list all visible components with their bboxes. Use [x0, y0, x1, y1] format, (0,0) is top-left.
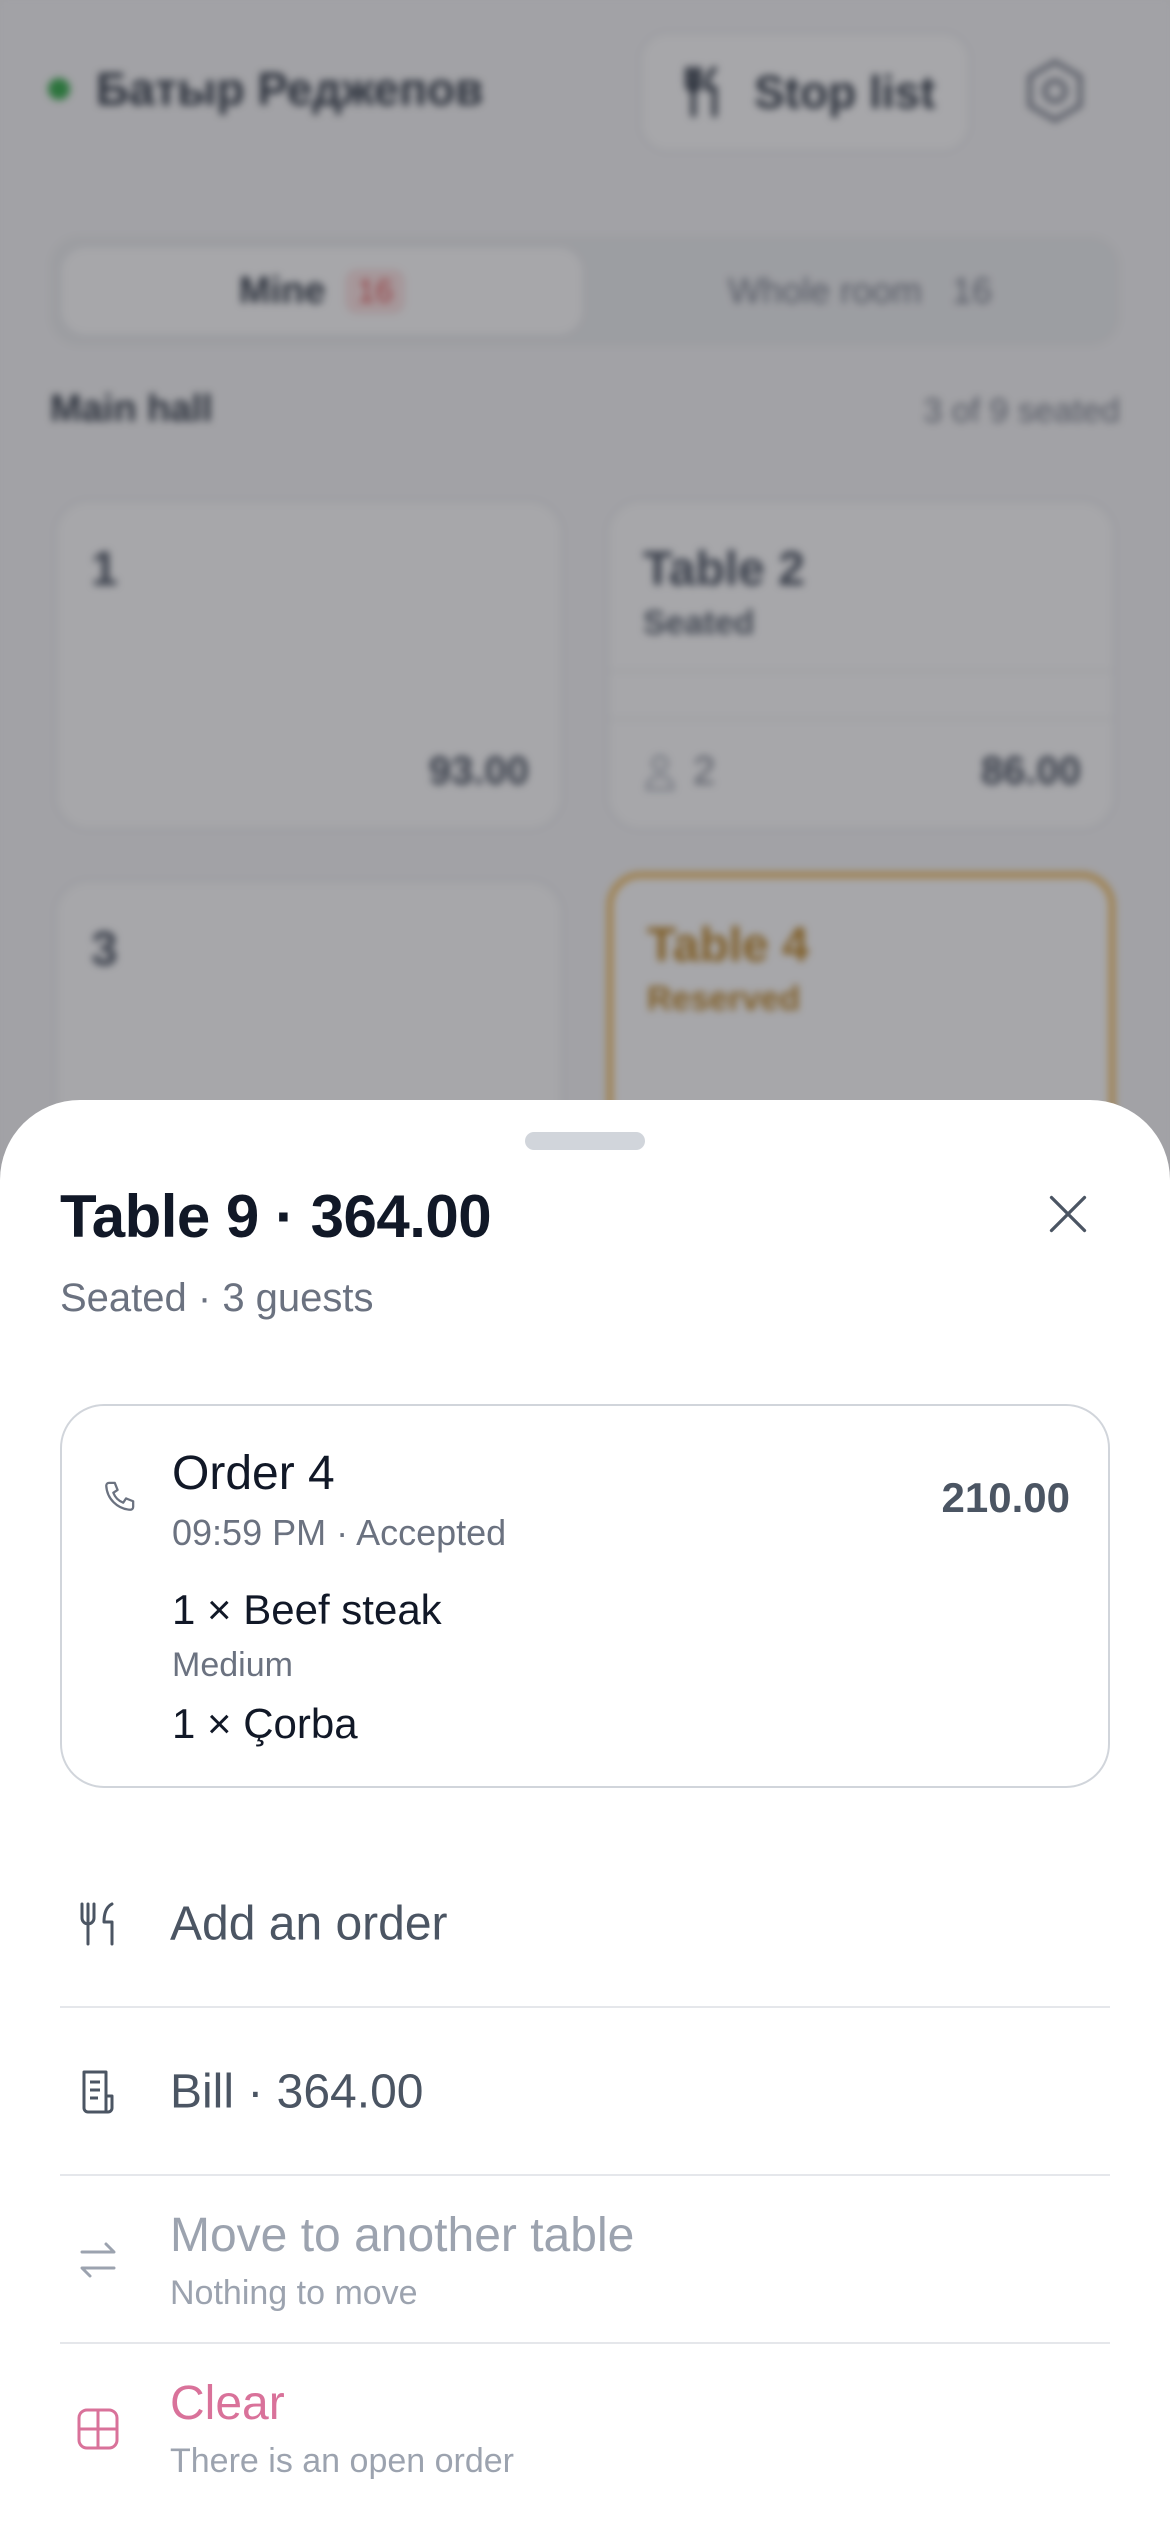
sheet-subtitle: Seated · 3 guests: [60, 1276, 374, 1320]
cutlery-icon: [80, 1902, 114, 1946]
order-card[interactable]: Order 4 09:59 PM · Accepted 210.00 1 × B…: [60, 1404, 1110, 1788]
sheet-grabber[interactable]: [525, 1132, 645, 1150]
order-meta: 09:59 PM · Accepted: [172, 1512, 507, 1553]
sheet-title: Table 9 · 364.00: [60, 1183, 492, 1250]
order-item: 1 × Çorba: [172, 1700, 358, 1747]
order-total: 210.00: [941, 1474, 1070, 1521]
order-title: Order 4: [172, 1447, 335, 1500]
order-item: 1 × Beef steak: [172, 1586, 442, 1633]
phone-icon: [105, 1481, 135, 1511]
move-table-hint: Nothing to move: [170, 2274, 418, 2312]
table-grid-icon: [77, 2408, 119, 2450]
order-item-modifier: Medium: [172, 1646, 293, 1684]
clear-table-label: Clear: [170, 2377, 285, 2430]
move-table-label: Move to another table: [170, 2209, 635, 2262]
table-details-sheet: Table 9 · 364.00 Seated · 3 guests Order…: [0, 1100, 1170, 2532]
add-order-label: Add an order: [170, 1897, 448, 1951]
swap-icon: [80, 2242, 116, 2278]
bill-button[interactable]: Bill · 364.00: [60, 2010, 1110, 2176]
bill-label: Bill · 364.00: [170, 2065, 424, 2119]
receipt-icon: [82, 2070, 114, 2114]
clear-table-hint: There is an open order: [170, 2442, 514, 2480]
move-table-button[interactable]: Move to another table Nothing to move: [60, 2178, 1110, 2344]
add-order-button[interactable]: Add an order: [60, 1842, 1110, 2008]
close-button[interactable]: [1030, 1176, 1106, 1252]
close-icon: [1049, 1195, 1087, 1233]
clear-table-button[interactable]: Clear There is an open order: [60, 2346, 1110, 2512]
